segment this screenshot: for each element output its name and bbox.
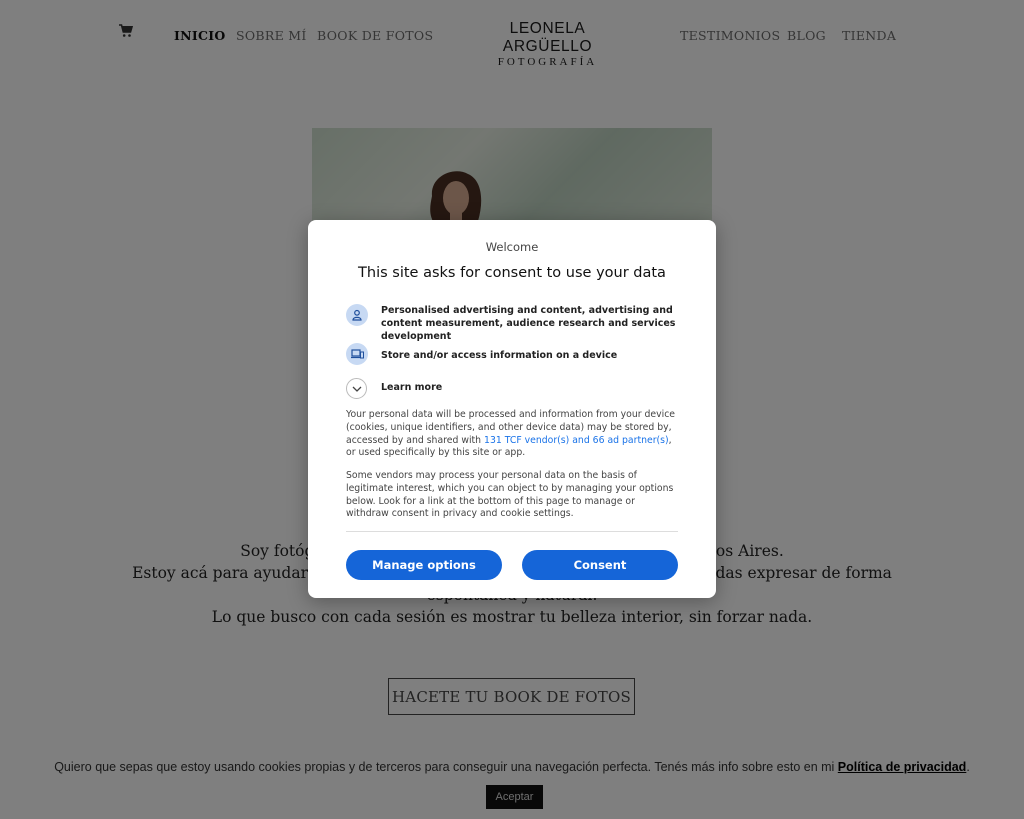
consent-paragraph: Your personal data will be processed and… bbox=[346, 409, 680, 460]
legitimate-interest-paragraph: Some vendors may process your personal d… bbox=[346, 470, 674, 520]
vendors-link[interactable]: 131 TCF vendor(s) and 66 ad partner(s) bbox=[484, 435, 669, 446]
purpose-personalised-ads: Personalised advertising and content, ad… bbox=[381, 305, 676, 342]
consent-title: This site asks for consent to use your d… bbox=[358, 265, 666, 281]
manage-options-button[interactable]: Manage options bbox=[346, 550, 502, 580]
consent-welcome: Welcome bbox=[485, 240, 539, 254]
chevron-down-icon[interactable] bbox=[346, 378, 367, 399]
purpose-store-access: Store and/or access information on a dev… bbox=[381, 350, 618, 361]
learn-more-toggle[interactable]: Learn more bbox=[381, 382, 442, 393]
consent-dialog: Welcome This site asks for consent to us… bbox=[308, 220, 716, 598]
person-icon bbox=[346, 304, 368, 326]
consent-button[interactable]: Consent bbox=[522, 550, 678, 580]
divider bbox=[346, 531, 678, 532]
devices-icon bbox=[346, 343, 368, 365]
